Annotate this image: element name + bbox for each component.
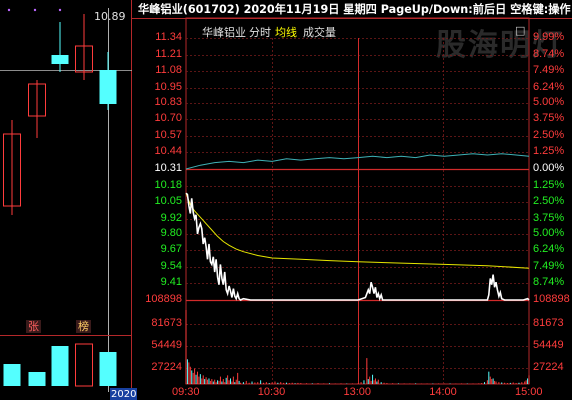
price-axis-label: 10.95 (154, 80, 182, 93)
percent-axis-label: 9.99% (533, 31, 565, 43)
percent-axis-label: 1.25% (533, 145, 565, 158)
time-axis-label: 10:30 (257, 386, 286, 398)
percent-axis-label: 27224 (533, 361, 564, 373)
time-axis-label: 15:00 (515, 386, 543, 398)
stock-terminal: 10.89 张 榜 2020 华峰铝业(601702) 2020年11月19日 … (0, 0, 572, 400)
time-axis-label: 09:30 (172, 386, 200, 398)
percent-axis-label: 1.25% (533, 178, 565, 191)
percent-axis-label: 81673 (533, 317, 564, 329)
price-axis-label: 81673 (151, 317, 182, 329)
percent-axis-label: 3.75% (533, 112, 565, 125)
percent-axis-label: 3.75% (533, 211, 565, 224)
price-axis-label: 10.83 (154, 95, 182, 108)
price-axis-label: 54449 (151, 339, 182, 351)
price-axis-label: 9.80 (160, 226, 182, 239)
percent-axis-label: 8.74% (533, 276, 565, 289)
index-line (185, 153, 530, 170)
price-axis-label: 10.31 (154, 162, 182, 174)
price-axis-label: 9.67 (160, 243, 182, 256)
percent-axis-label: 108898 (533, 293, 570, 305)
price-axis-label: 10.44 (154, 145, 182, 158)
intraday-chart[interactable] (0, 0, 572, 400)
price-line (185, 192, 530, 302)
price-axis-label: 108898 (145, 293, 182, 305)
price-axis-label: 27224 (151, 361, 182, 373)
percent-axis-label: 7.49% (533, 64, 565, 77)
price-axis-label: 11.08 (155, 64, 182, 77)
percent-axis-label: 2.50% (533, 195, 565, 208)
price-axis-label: 10.57 (154, 128, 182, 141)
chart-frame (185, 17, 530, 385)
price-axis-label: 10.05 (154, 195, 182, 208)
price-axis-label: 9.41 (160, 276, 182, 289)
price-axis-label: 11.34 (155, 31, 182, 43)
price-axis-label: 9.54 (160, 259, 182, 272)
percent-axis-label: 5.00% (533, 95, 565, 108)
price-axis-label: 11.21 (155, 47, 182, 60)
time-axis-label: 14:00 (429, 386, 457, 398)
price-axis-label: 10.70 (154, 112, 182, 125)
percent-axis-label: 6.24% (533, 243, 565, 256)
percent-axis-label: 5.00% (533, 226, 565, 239)
percent-axis-label: 0.00% (533, 162, 565, 174)
price-axis-label: 10.18 (154, 178, 182, 191)
percent-axis-label: 54449 (533, 339, 564, 351)
percent-axis-label: 6.24% (533, 80, 565, 93)
price-axis-label: 9.92 (160, 211, 182, 224)
percent-axis-label: 8.74% (533, 47, 565, 60)
percent-axis-label: 2.50% (533, 128, 565, 141)
percent-axis-label: 7.49% (533, 259, 565, 272)
average-price-line (185, 193, 530, 269)
time-axis-label: 13:00 (343, 386, 372, 398)
